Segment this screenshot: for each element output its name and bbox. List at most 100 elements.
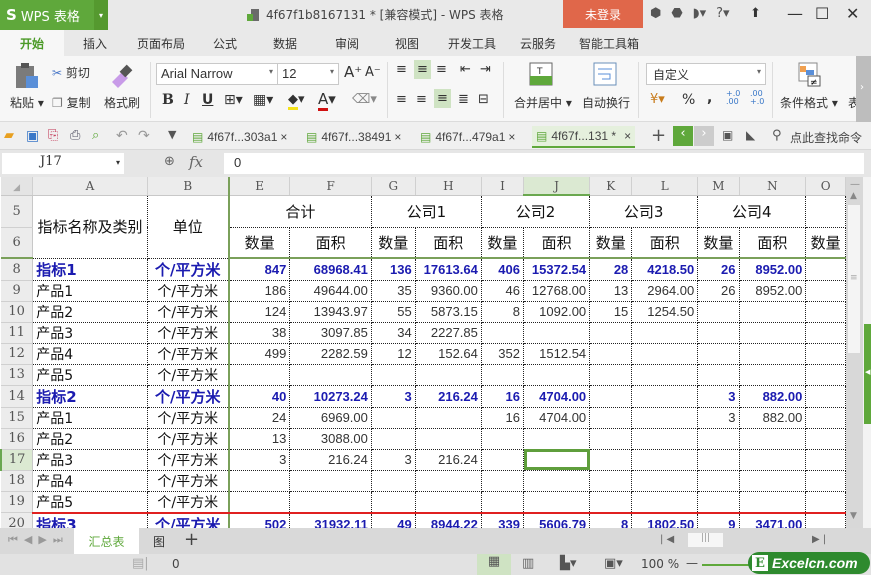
value-cell[interactable]: [523, 322, 591, 344]
col-header[interactable]: A: [32, 177, 148, 196]
unit-cell[interactable]: 个/平方米: [147, 449, 230, 471]
paste-button[interactable]: 粘贴 ▾: [10, 94, 44, 111]
decrease-font-icon[interactable]: A⁻: [365, 65, 381, 80]
header-qty-cell[interactable]: 数量: [228, 227, 291, 259]
value-cell[interactable]: [228, 470, 291, 492]
align-middle-icon[interactable]: ≡: [414, 60, 431, 79]
value-cell[interactable]: [631, 385, 699, 408]
value-cell[interactable]: [697, 301, 740, 323]
col-header[interactable]: B: [147, 177, 230, 196]
row-header[interactable]: 13: [1, 364, 34, 386]
name-box[interactable]: J17 ▾: [2, 153, 124, 174]
unit-cell[interactable]: 个/平方米: [147, 512, 230, 528]
tab-page-layout[interactable]: 页面布局: [126, 30, 196, 56]
skin-icon[interactable]: ⬢: [650, 6, 661, 21]
value-cell[interactable]: 499: [228, 343, 291, 365]
value-cell[interactable]: 4704.00: [523, 385, 591, 408]
eye-protection-icon[interactable]: ▣▾: [604, 556, 623, 571]
name-cell[interactable]: 产品3: [32, 449, 148, 471]
name-cell[interactable]: 产品1: [32, 280, 148, 302]
cell[interactable]: [805, 449, 846, 471]
value-cell[interactable]: [631, 491, 699, 514]
help-icon[interactable]: ?▾: [716, 6, 729, 21]
value-cell[interactable]: 3088.00: [289, 428, 372, 450]
conditional-format-icon[interactable]: ≠: [798, 62, 822, 91]
format-painter-icon[interactable]: [108, 62, 134, 91]
distributed-icon[interactable]: ⊟: [478, 92, 489, 107]
value-cell[interactable]: 339: [481, 512, 525, 528]
name-cell[interactable]: 指标3: [32, 512, 148, 528]
header-qty-cell[interactable]: 数量: [589, 227, 633, 259]
unit-cell[interactable]: 个/平方米: [147, 364, 230, 386]
currency-format-icon[interactable]: ¥▾: [650, 92, 665, 107]
tab-review[interactable]: 审阅: [316, 30, 378, 56]
cell[interactable]: [805, 301, 846, 323]
cell[interactable]: [805, 385, 846, 408]
row-header[interactable]: 11: [1, 322, 34, 344]
merge-center-button[interactable]: 合并居中 ▾: [514, 94, 572, 111]
value-cell[interactable]: 46: [481, 280, 525, 302]
align-bottom-icon[interactable]: ≡: [436, 62, 447, 77]
value-cell[interactable]: [697, 343, 740, 365]
header-group-company2[interactable]: 公司2: [481, 195, 591, 228]
value-cell[interactable]: [523, 428, 591, 450]
header-unit-cell[interactable]: 单位: [147, 195, 230, 259]
row-header[interactable]: 15: [1, 407, 34, 429]
maximize-button[interactable]: ☐: [815, 4, 829, 23]
value-cell[interactable]: [481, 428, 525, 450]
command-search[interactable]: 点此查找命令: [790, 126, 862, 148]
undo-icon[interactable]: ↶: [116, 128, 132, 144]
italic-button[interactable]: I: [184, 92, 190, 108]
value-cell[interactable]: 2282.59: [289, 343, 372, 365]
unit-cell[interactable]: 个/平方米: [147, 470, 230, 492]
value-cell[interactable]: [631, 407, 699, 429]
col-header[interactable]: H: [415, 177, 482, 196]
sheet-nav-icons[interactable]: ⏮◀▶⏭: [8, 533, 69, 547]
value-cell[interactable]: 216.24: [415, 385, 482, 408]
value-cell[interactable]: [631, 428, 699, 450]
login-button[interactable]: 未登录: [563, 0, 643, 28]
header-area-cell[interactable]: 面积: [631, 227, 699, 259]
underline-button[interactable]: U: [202, 92, 213, 108]
row-header[interactable]: 12: [1, 343, 34, 365]
pin-icon[interactable]: ◣: [746, 128, 762, 144]
redo-icon[interactable]: ↷: [138, 128, 154, 144]
value-cell[interactable]: [589, 407, 633, 429]
value-cell[interactable]: 55: [371, 301, 416, 323]
name-cell[interactable]: 产品4: [32, 470, 148, 492]
value-cell[interactable]: 1092.00: [523, 301, 591, 323]
wrap-text-button[interactable]: 自动换行: [582, 94, 630, 111]
header-group-company4[interactable]: 公司4: [697, 195, 807, 228]
value-cell[interactable]: 882.00: [739, 407, 807, 429]
value-cell[interactable]: [371, 428, 416, 450]
search-icon[interactable]: ⚲: [772, 128, 788, 144]
conditional-format-button[interactable]: 条件格式 ▾: [780, 94, 838, 111]
value-cell[interactable]: 136: [371, 258, 416, 281]
share-icon[interactable]: ◗▾: [693, 6, 706, 21]
hscroll-left-icon[interactable]: | ◀: [660, 534, 674, 545]
value-cell[interactable]: [523, 364, 591, 386]
value-cell[interactable]: [415, 407, 482, 429]
value-cell[interactable]: 216.24: [415, 449, 482, 471]
header-area-cell[interactable]: 面积: [523, 227, 591, 259]
name-cell[interactable]: 产品5: [32, 364, 148, 386]
clear-format-icon[interactable]: ⌫▾: [352, 92, 377, 107]
row-header[interactable]: 17: [0, 449, 34, 471]
increase-decimal-icon[interactable]: +.0.00: [726, 90, 740, 106]
unit-cell[interactable]: 个/平方米: [147, 343, 230, 365]
cell[interactable]: [805, 364, 846, 386]
cell[interactable]: [805, 343, 846, 365]
value-cell[interactable]: 15: [589, 301, 633, 323]
percent-button[interactable]: %: [682, 92, 695, 108]
col-header[interactable]: I: [481, 177, 525, 196]
value-cell[interactable]: 26: [697, 280, 740, 302]
row-header[interactable]: 6: [1, 227, 34, 259]
value-cell[interactable]: 68968.41: [289, 258, 372, 281]
decrease-decimal-icon[interactable]: .00 +.0: [750, 90, 764, 106]
cell-style-icon[interactable]: ▦▾: [253, 92, 273, 108]
value-cell[interactable]: [371, 407, 416, 429]
value-cell[interactable]: [697, 428, 740, 450]
value-cell[interactable]: 8952.00: [739, 280, 807, 302]
fill-color-icon[interactable]: ◆▾: [288, 92, 305, 110]
row-header[interactable]: 20: [1, 512, 34, 528]
